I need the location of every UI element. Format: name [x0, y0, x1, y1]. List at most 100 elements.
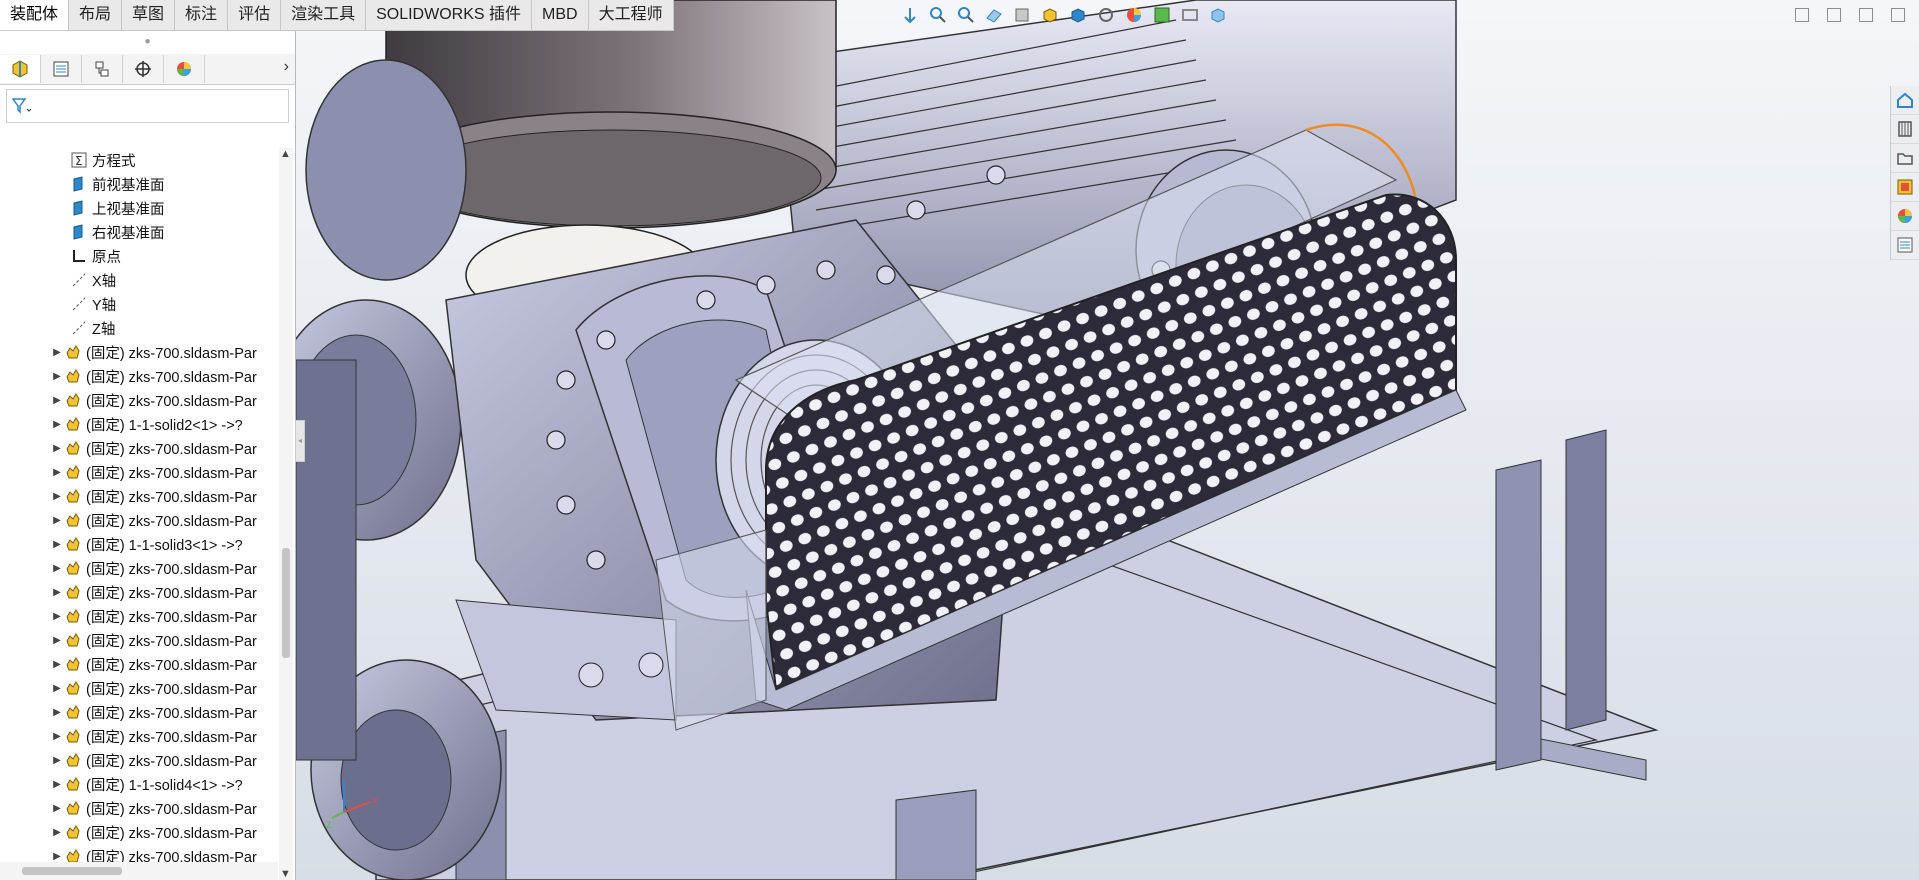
tab-engineer[interactable]: 大工程师 [589, 0, 674, 30]
tab-layout[interactable]: 布局 [69, 0, 123, 30]
apply-scene-icon[interactable] [1153, 6, 1171, 29]
tree-item-right-plane[interactable]: 右视基准面 [0, 220, 278, 244]
tab-sketch[interactable]: 草图 [122, 0, 176, 30]
hide-show-items-icon[interactable] [1097, 6, 1115, 29]
tree-item-component[interactable]: ▶ (固定) zks-700.sldasm-Par [0, 796, 278, 820]
expand-arrow-icon[interactable]: ▶ [50, 419, 64, 430]
tree-item-component[interactable]: ▶ (固定) zks-700.sldasm-Par [0, 700, 278, 724]
tree-item-component[interactable]: ▶ (固定) zks-700.sldasm-Par [0, 484, 278, 508]
expand-arrow-icon[interactable]: ▶ [50, 515, 64, 526]
custom-properties-tab[interactable] [1891, 231, 1919, 260]
feature-manager-tab[interactable] [0, 55, 41, 83]
tree-item-component[interactable]: ▶ (固定) zks-700.sldasm-Par [0, 460, 278, 484]
tree-item-component[interactable]: ▶ (固定) 1-1-solid4<1> ->? [0, 772, 278, 796]
expand-arrow-icon[interactable]: ▶ [50, 707, 64, 718]
tree-item-component[interactable]: ▶ (固定) 1-1-solid3<1> ->? [0, 532, 278, 556]
tree-item-component[interactable]: ▶ (固定) zks-700.sldasm-Par [0, 340, 278, 364]
tree-item-front-plane[interactable]: 前视基准面 [0, 172, 278, 196]
view-palette-tab[interactable] [1891, 173, 1919, 202]
zoom-to-area-icon[interactable] [929, 6, 947, 29]
design-library-tab[interactable] [1891, 115, 1919, 144]
tree-item-component[interactable]: ▶ (固定) zks-700.sldasm-Par [0, 820, 278, 844]
tab-markup[interactable]: 标注 [175, 0, 229, 30]
tree-item-z-axis[interactable]: Z轴 [0, 316, 278, 340]
tab-mbd[interactable]: MBD [532, 0, 589, 30]
tile-left-icon[interactable] [1795, 8, 1809, 22]
expand-arrow-icon[interactable]: ▶ [50, 539, 64, 550]
tree-item-top-plane[interactable]: 上视基准面 [0, 196, 278, 220]
blower-assembly-model[interactable] [296, 0, 1919, 880]
expand-arrow-icon[interactable]: ▶ [50, 851, 64, 862]
expand-arrow-icon[interactable]: ▶ [50, 371, 64, 382]
graphics-viewport[interactable]: Y X Z [296, 0, 1919, 880]
close-icon[interactable] [1891, 8, 1905, 22]
expand-arrow-icon[interactable]: ▶ [50, 779, 64, 790]
tile-right-icon[interactable] [1827, 8, 1841, 22]
solidworks-resources-tab[interactable] [1891, 86, 1919, 115]
expand-arrow-icon[interactable]: ▶ [50, 683, 64, 694]
tree-item-component[interactable]: ▶ (固定) zks-700.sldasm-Par [0, 676, 278, 700]
expand-arrow-icon[interactable]: ▶ [50, 827, 64, 838]
scroll-down-icon[interactable]: ▼ [280, 868, 291, 880]
expand-arrow-icon[interactable]: ▶ [50, 587, 64, 598]
previous-view-icon[interactable] [957, 6, 975, 29]
expand-arrow-icon[interactable]: ▶ [50, 467, 64, 478]
tree-item-component[interactable]: ▶ (固定) 1-1-solid2<1> ->? [0, 412, 278, 436]
tree-item-component[interactable]: ▶ (固定) zks-700.sldasm-Par [0, 556, 278, 580]
dimxpert-manager-tab[interactable] [123, 55, 164, 83]
zoom-to-fit-icon[interactable] [901, 6, 919, 29]
expand-arrow-icon[interactable]: ▶ [50, 659, 64, 670]
expand-arrow-icon[interactable]: ▶ [50, 635, 64, 646]
tree-item-equations[interactable]: Σ 方程式 [0, 148, 278, 172]
tab-solidworks-addins[interactable]: SOLIDWORKS 插件 [366, 0, 533, 30]
dynamic-annotation-icon[interactable] [1013, 6, 1031, 29]
scrollbar-thumb[interactable] [282, 548, 290, 658]
property-manager-tab[interactable] [41, 55, 82, 83]
expand-arrow-icon[interactable]: ▶ [50, 803, 64, 814]
tree-item-y-axis[interactable]: Y轴 [0, 292, 278, 316]
appearances-tab[interactable] [1891, 202, 1919, 231]
tree-item-label: (固定) zks-700.sldasm-Par [86, 441, 257, 458]
tree-item-component[interactable]: ▶ (固定) zks-700.sldasm-Par [0, 436, 278, 460]
scrollbar-thumb[interactable] [22, 867, 122, 875]
view-settings-icon[interactable] [1181, 6, 1199, 29]
tree-item-component[interactable]: ▶ (固定) zks-700.sldasm-Par [0, 580, 278, 604]
expand-arrow-icon[interactable]: ▶ [50, 755, 64, 766]
panel-grip[interactable]: ● [0, 30, 295, 54]
expand-arrow-icon[interactable]: ▶ [50, 611, 64, 622]
panel-tabs-more-icon[interactable]: › [284, 58, 289, 76]
tree-item-origin[interactable]: 原点 [0, 244, 278, 268]
display-manager-tab[interactable] [164, 55, 205, 83]
tree-item-component[interactable]: ▶ (固定) zks-700.sldasm-Par [0, 628, 278, 652]
tree-filter[interactable] [6, 89, 289, 123]
tree-item-component[interactable]: ▶ (固定) zks-700.sldasm-Par [0, 652, 278, 676]
tab-render-tools[interactable]: 渲染工具 [281, 0, 367, 30]
edit-appearance-icon[interactable] [1125, 6, 1143, 29]
restore-icon[interactable] [1859, 8, 1873, 22]
tree-item-component[interactable]: ▶ (固定) zks-700.sldasm-Par [0, 388, 278, 412]
expand-arrow-icon[interactable]: ▶ [50, 443, 64, 454]
tree-vertical-scrollbar[interactable]: ▲ ▼ [279, 148, 293, 880]
tree-item-component[interactable]: ▶ (固定) zks-700.sldasm-Par [0, 604, 278, 628]
tab-assembly[interactable]: 装配体 [0, 0, 70, 30]
tree-item-component[interactable]: ▶ (固定) zks-700.sldasm-Par [0, 724, 278, 748]
expand-arrow-icon[interactable]: ▶ [50, 491, 64, 502]
view-orientation-icon[interactable] [1041, 6, 1059, 29]
scroll-up-icon[interactable]: ▲ [280, 148, 291, 160]
tree-item-x-axis[interactable]: X轴 [0, 268, 278, 292]
expand-arrow-icon[interactable]: ▶ [50, 347, 64, 358]
section-view-icon[interactable] [985, 6, 1003, 29]
tree-item-component[interactable]: ▶ (固定) zks-700.sldasm-Par [0, 508, 278, 532]
expand-arrow-icon[interactable]: ▶ [50, 563, 64, 574]
configuration-manager-tab[interactable] [82, 55, 123, 83]
tree-item-component[interactable]: ▶ (固定) zks-700.sldasm-Par [0, 364, 278, 388]
3d-view-icon[interactable] [1209, 6, 1227, 29]
expand-arrow-icon[interactable]: ▶ [50, 395, 64, 406]
display-style-icon[interactable] [1069, 6, 1087, 29]
tree-item-component[interactable]: ▶ (固定) zks-700.sldasm-Par [0, 748, 278, 772]
tree-horizontal-scrollbar[interactable] [0, 862, 278, 880]
file-explorer-tab[interactable] [1891, 144, 1919, 173]
expand-arrow-icon[interactable]: ▶ [50, 731, 64, 742]
tab-evaluate[interactable]: 评估 [228, 0, 282, 30]
panel-splitter[interactable]: ◂ [295, 420, 305, 462]
